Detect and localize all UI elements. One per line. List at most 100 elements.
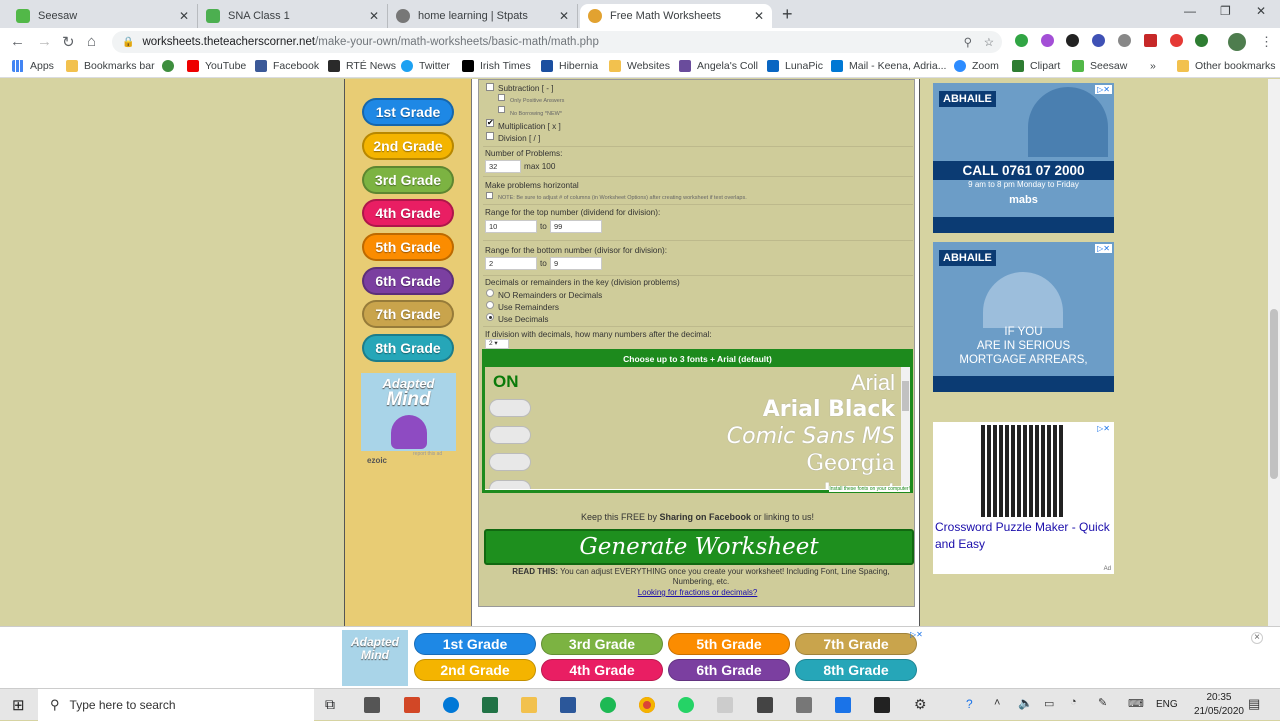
close-icon[interactable]: ✕ bbox=[559, 9, 569, 23]
camera-icon[interactable] bbox=[796, 697, 812, 713]
bookmark-twitter[interactable]: Twitter bbox=[401, 60, 450, 72]
address-bar[interactable]: 🔒 worksheets.theteacherscorner.net/make-… bbox=[112, 31, 1002, 53]
grade-8-button[interactable]: 8th Grade bbox=[362, 334, 454, 362]
bookmark-apps[interactable]: Apps bbox=[12, 60, 54, 72]
minimize-icon[interactable]: — bbox=[1184, 4, 1196, 18]
ad-close-icon[interactable]: ▷✕ bbox=[1095, 244, 1112, 253]
grade-5-button[interactable]: 5th Grade bbox=[362, 233, 454, 261]
bookmark-leaf[interactable] bbox=[162, 60, 180, 72]
close-icon[interactable]: ✕ bbox=[369, 9, 379, 23]
grade-3-button[interactable]: 3rd Grade bbox=[362, 166, 454, 194]
division-checkbox[interactable] bbox=[486, 132, 494, 140]
grade-1-button[interactable]: 1st Grade bbox=[362, 98, 454, 126]
pen-icon[interactable]: ✎ bbox=[1098, 696, 1107, 709]
extension-icon[interactable] bbox=[1092, 34, 1105, 47]
bookmark-angelas-coll[interactable]: Angela's Coll bbox=[679, 60, 758, 72]
subtraction-checkbox[interactable] bbox=[486, 83, 494, 91]
powerpoint-icon[interactable] bbox=[404, 697, 420, 713]
bottom-grade-2-button[interactable]: 2nd Grade bbox=[414, 659, 536, 681]
crossword-ad[interactable]: ▷✕ Crossword Puzzle Maker - Quick and Ea… bbox=[933, 422, 1114, 574]
bottom-grade-4-button[interactable]: 4th Grade bbox=[541, 659, 663, 681]
tab-seesaw[interactable]: Seesaw ✕ bbox=[8, 4, 198, 28]
network-icon[interactable]: ◔ bbox=[1070, 696, 1077, 708]
ad-close-icon[interactable]: ▷✕ bbox=[910, 630, 923, 639]
bookmark-youtube[interactable]: YouTube bbox=[187, 60, 246, 72]
install-fonts-link[interactable]: Install these fonts on your computer! bbox=[829, 486, 910, 492]
remainders-radio[interactable] bbox=[486, 301, 494, 309]
spotify-icon[interactable] bbox=[600, 697, 616, 713]
bottom-grade-1-button[interactable]: 1st Grade bbox=[414, 633, 536, 655]
whatsapp-icon[interactable] bbox=[678, 697, 694, 713]
top-from-input[interactable]: 10 bbox=[485, 220, 537, 233]
photos-icon[interactable] bbox=[835, 697, 851, 713]
bottom-to-input[interactable]: 9 bbox=[550, 257, 602, 270]
extension-icon[interactable] bbox=[1066, 34, 1079, 47]
multiplication-checkbox[interactable]: ✔ bbox=[486, 119, 494, 127]
font-row-georgia[interactable]: Georgia bbox=[485, 448, 905, 476]
bookmark-irish-times[interactable]: Irish Times bbox=[462, 60, 531, 72]
close-icon[interactable]: × bbox=[1251, 632, 1263, 644]
generate-worksheet-button[interactable]: Generate Worksheet bbox=[484, 529, 914, 565]
file-explorer-icon[interactable] bbox=[521, 697, 537, 713]
word-icon[interactable] bbox=[560, 697, 576, 713]
bottom-from-input[interactable]: 2 bbox=[485, 257, 537, 270]
grade-6-button[interactable]: 6th Grade bbox=[362, 267, 454, 295]
crossword-ad-title[interactable]: Crossword Puzzle Maker - Quick and Easy bbox=[935, 519, 1113, 553]
extension-icon[interactable] bbox=[1041, 34, 1054, 47]
excel-icon[interactable] bbox=[482, 697, 498, 713]
gear-icon[interactable]: ⚙ bbox=[914, 696, 927, 713]
close-icon[interactable]: ✕ bbox=[754, 9, 764, 23]
bookmark-mail[interactable]: Mail - Keena, Adria... bbox=[831, 60, 946, 72]
extension-icon[interactable] bbox=[1118, 34, 1131, 47]
extension-icon[interactable] bbox=[1015, 34, 1028, 47]
task-view-icon[interactable]: ⧉ bbox=[325, 696, 335, 713]
font-row-arial-black[interactable]: Arial Black bbox=[485, 394, 905, 422]
mabs-ad-1[interactable]: ABHAILE CALL 0761 07 2000 9 am to 8 pm M… bbox=[933, 83, 1114, 233]
scroll-thumb[interactable] bbox=[902, 381, 909, 411]
bottom-ad[interactable]: Adapted Mind 1st Grade 3rd Grade 5th Grad… bbox=[0, 626, 1280, 688]
positive-answers-checkbox[interactable] bbox=[498, 94, 505, 101]
home-icon[interactable]: ⌂ bbox=[87, 33, 96, 50]
grade-7-button[interactable]: 7th Grade bbox=[362, 300, 454, 328]
font-toggle[interactable] bbox=[489, 426, 531, 444]
ad-close-icon[interactable]: ▷✕ bbox=[1095, 424, 1112, 433]
edge-icon[interactable] bbox=[443, 697, 459, 713]
forward-icon[interactable]: → bbox=[37, 33, 52, 50]
clock[interactable]: 20:35 21/05/2020 bbox=[1194, 691, 1244, 719]
reload-icon[interactable]: ↻ bbox=[62, 33, 75, 51]
font-toggle[interactable] bbox=[489, 480, 531, 489]
zoom-icon[interactable]: ⚲ bbox=[964, 35, 972, 49]
tab-sna-class[interactable]: SNA Class 1 ✕ bbox=[198, 4, 388, 28]
font-toggle[interactable] bbox=[489, 399, 531, 417]
bookmark-lunapic[interactable]: LunaPic bbox=[767, 60, 823, 72]
bottom-grade-3-button[interactable]: 3rd Grade bbox=[541, 633, 663, 655]
tab-home-learning[interactable]: home learning | Stpats ✕ bbox=[388, 4, 578, 28]
maximize-icon[interactable]: ❐ bbox=[1220, 4, 1231, 18]
bottom-grade-6-button[interactable]: 6th Grade bbox=[668, 659, 790, 681]
scroll-thumb[interactable] bbox=[1270, 309, 1278, 479]
extension-icon[interactable] bbox=[1170, 34, 1183, 47]
no-borrowing-checkbox[interactable] bbox=[498, 106, 505, 113]
mabs-ad-2[interactable]: ABHAILE IF YOU ARE IN SERIOUS MORTGAGE A… bbox=[933, 242, 1114, 392]
bottom-grade-5-button[interactable]: 5th Grade bbox=[668, 633, 790, 655]
app-icon[interactable] bbox=[717, 697, 733, 713]
num-problems-input[interactable]: 32 bbox=[485, 160, 521, 173]
horizontal-checkbox[interactable] bbox=[486, 192, 493, 199]
grade-4-button[interactable]: 4th Grade bbox=[362, 199, 454, 227]
bottom-grade-7-button[interactable]: 7th Grade bbox=[795, 633, 917, 655]
close-icon[interactable]: ✕ bbox=[179, 9, 189, 23]
new-tab-icon[interactable]: + bbox=[782, 4, 793, 25]
keyboard-icon[interactable]: ⌨ bbox=[1128, 697, 1144, 710]
battery-icon[interactable]: ▭ bbox=[1044, 697, 1054, 710]
bookmark-other[interactable]: Other bookmarks bbox=[1177, 60, 1276, 72]
taskbar-search[interactable]: ⚲ Type here to search bbox=[38, 689, 314, 721]
volume-icon[interactable]: 🔈 bbox=[1018, 696, 1033, 710]
app-icon[interactable] bbox=[364, 697, 380, 713]
bookmark-bookmarks-bar[interactable]: Bookmarks bar bbox=[66, 60, 155, 72]
bottom-grade-8-button[interactable]: 8th Grade bbox=[795, 659, 917, 681]
ad-close-icon[interactable]: ▷✕ bbox=[1095, 85, 1112, 94]
after-decimal-select[interactable]: 2 ▾ bbox=[485, 339, 509, 349]
page-scrollbar[interactable] bbox=[1268, 79, 1280, 626]
bookmark-seesaw[interactable]: Seesaw bbox=[1072, 60, 1127, 72]
facebook-share-link[interactable]: Sharing on Facebook bbox=[660, 512, 752, 522]
